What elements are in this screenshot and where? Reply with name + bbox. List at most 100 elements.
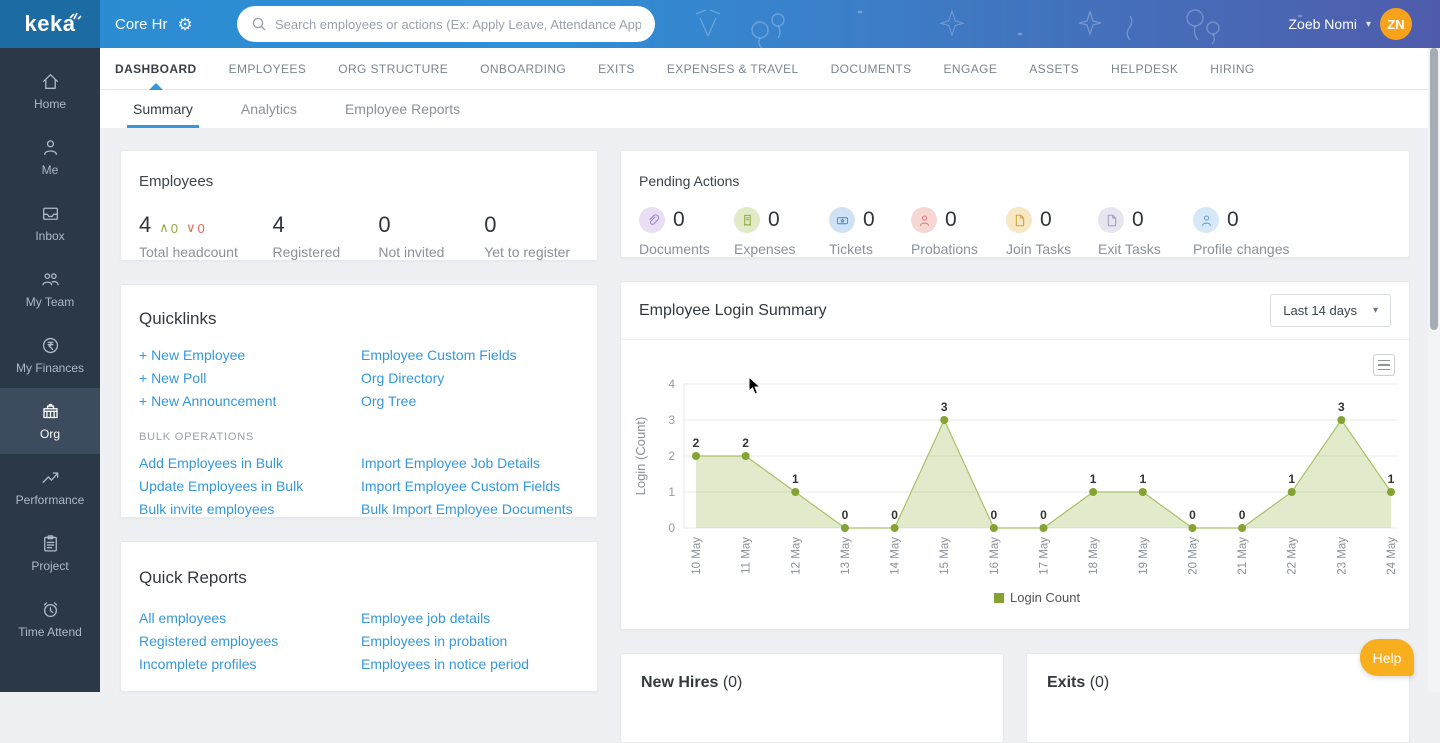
scrollbar-thumb[interactable]: [1430, 48, 1438, 330]
settings-gear-icon[interactable]: ⚙: [178, 16, 193, 33]
pending-tickets[interactable]: 0Tickets: [829, 207, 911, 257]
pending-probations[interactable]: 0Probations: [911, 207, 1006, 257]
quicklink-link-org-tree[interactable]: Org Tree: [361, 393, 579, 409]
sidebar-item-home[interactable]: Home: [0, 58, 100, 124]
svg-text:2: 2: [693, 436, 700, 450]
svg-text:1: 1: [1288, 472, 1295, 486]
pending-documents[interactable]: 0Documents: [639, 207, 734, 257]
quicklink-link-new-employee[interactable]: + New Employee: [139, 347, 361, 363]
sidebar-item-project[interactable]: Project: [0, 520, 100, 586]
pending-actions-card: Pending Actions 0Documents0Expenses0Tick…: [620, 150, 1410, 258]
caret-up-icon: ∧: [159, 220, 169, 236]
date-range-value: Last 14 days: [1283, 303, 1357, 318]
svg-text:20 May: 20 May: [1187, 537, 1199, 575]
report-link-incomplete-profiles[interactable]: Incomplete profiles: [139, 656, 361, 672]
subtab-summary[interactable]: Summary: [133, 90, 193, 128]
nav-tab-dashboard[interactable]: DASHBOARD: [115, 48, 197, 90]
bulk-link-bulk-invite-employees[interactable]: Bulk invite employees: [139, 501, 361, 517]
clock-icon: [40, 599, 61, 620]
sidebar-item-label: Time Attend: [18, 625, 82, 639]
chart-menu-icon[interactable]: [1373, 354, 1395, 376]
report-link-all-employees[interactable]: All employees: [139, 610, 361, 626]
celebration-doodles: [0, 0, 1440, 48]
bulk-link-import-employee-custom-fields[interactable]: Import Employee Custom Fields: [361, 478, 579, 494]
quicklink-link-new-announcement[interactable]: + New Announcement: [139, 393, 361, 409]
search-icon: [251, 16, 267, 32]
svg-text:16 May: 16 May: [989, 537, 1001, 575]
svg-text:2: 2: [668, 449, 675, 463]
svg-text:3: 3: [941, 400, 948, 414]
quicklink-link-new-poll[interactable]: + New Poll: [139, 370, 361, 386]
sidebar-item-performance[interactable]: Performance: [0, 454, 100, 520]
svg-text:0: 0: [668, 521, 675, 535]
help-button[interactable]: Help: [1360, 639, 1414, 676]
nav-tab-helpdesk[interactable]: HELPDESK: [1111, 48, 1178, 90]
pending-profile-changes[interactable]: 0Profile changes: [1193, 207, 1303, 257]
user-name: Zoeb Nomi: [1289, 16, 1357, 32]
nav-tab-hiring[interactable]: HIRING: [1210, 48, 1254, 90]
nav-tab-employees[interactable]: EMPLOYEES: [229, 48, 307, 90]
svg-text:12 May: 12 May: [790, 537, 802, 575]
sidebar-item-my-finances[interactable]: My Finances: [0, 322, 100, 388]
home-icon: [40, 71, 61, 92]
svg-text:21 May: 21 May: [1237, 537, 1249, 575]
pending-join-tasks[interactable]: 0Join Tasks: [1006, 207, 1098, 257]
search-input[interactable]: [275, 17, 641, 32]
svg-text:18 May: 18 May: [1088, 537, 1100, 575]
quicklink-link-org-directory[interactable]: Org Directory: [361, 370, 579, 386]
stat-label: Not invited: [378, 244, 484, 260]
sidebar-item-me[interactable]: Me: [0, 124, 100, 190]
svg-text:22 May: 22 May: [1287, 537, 1299, 575]
keka-logo: keka: [0, 0, 100, 48]
sidebar-item-my-team[interactable]: My Team: [0, 256, 100, 322]
svg-text:0: 0: [891, 508, 898, 522]
team-icon: [40, 269, 61, 290]
svg-text:0: 0: [1040, 508, 1047, 522]
bulk-link-add-employees-in-bulk[interactable]: Add Employees in Bulk: [139, 455, 361, 471]
sidebar-item-org[interactable]: Org: [0, 388, 100, 454]
pending-count: 0: [768, 208, 780, 232]
bulk-link-import-employee-job-details[interactable]: Import Employee Job Details: [361, 455, 579, 471]
svg-text:14 May: 14 May: [890, 537, 902, 575]
quicklinks-title: Quicklinks: [139, 309, 579, 329]
svg-text:15 May: 15 May: [939, 537, 951, 575]
scrollbar-track: [1428, 48, 1440, 692]
nav-tab-documents[interactable]: DOCUMENTS: [831, 48, 912, 90]
svg-text:1: 1: [1090, 472, 1097, 486]
pending-count: 0: [1132, 208, 1144, 232]
report-link-employees-in-notice-period[interactable]: Employees in notice period: [361, 656, 579, 672]
nav-tab-exits[interactable]: EXITS: [598, 48, 635, 90]
report-link-employees-in-probation[interactable]: Employees in probation: [361, 633, 579, 649]
report-link-registered-employees[interactable]: Registered employees: [139, 633, 361, 649]
subtab-employee-reports[interactable]: Employee Reports: [345, 90, 460, 128]
svg-text:0: 0: [991, 508, 998, 522]
sidebar-item-label: Inbox: [35, 229, 64, 243]
org-building-icon: [40, 401, 61, 422]
nav-tab-engage[interactable]: ENGAGE: [944, 48, 998, 90]
nav-tab-assets[interactable]: ASSETS: [1029, 48, 1079, 90]
stat-value: 0: [484, 212, 496, 238]
login-chart: 0123422100300110013110 May11 May12 May13…: [621, 340, 1409, 630]
quicklink-link-employee-custom-fields[interactable]: Employee Custom Fields: [361, 347, 579, 363]
pending-expenses[interactable]: 0Expenses: [734, 207, 829, 257]
nav-tab-expenses-travel[interactable]: EXPENSES & TRAVEL: [667, 48, 799, 90]
module-navbar: DASHBOARD EMPLOYEES ORG STRUCTURE ONBOARDIN…: [100, 48, 1440, 90]
delta-up: ∧0: [159, 220, 178, 236]
sidebar-item-label: My Team: [26, 295, 74, 309]
user-menu[interactable]: Zoeb Nomi ▾ ZN: [1289, 0, 1413, 48]
subtab-analytics[interactable]: Analytics: [241, 90, 297, 128]
nav-tab-onboarding[interactable]: ONBOARDING: [480, 48, 566, 90]
sidebar-item-partial[interactable]: [0, 652, 100, 692]
svg-text:13 May: 13 May: [840, 537, 852, 575]
bulk-link-update-employees-in-bulk[interactable]: Update Employees in Bulk: [139, 478, 361, 494]
sidebar-item-inbox[interactable]: Inbox: [0, 190, 100, 256]
sidebar-item-time-attend[interactable]: Time Attend: [0, 586, 100, 652]
nav-tab-org-structure[interactable]: ORG STRUCTURE: [338, 48, 448, 90]
avatar[interactable]: ZN: [1380, 8, 1412, 40]
bulk-link-bulk-import-employee-documents[interactable]: Bulk Import Employee Documents: [361, 501, 579, 517]
date-range-dropdown[interactable]: Last 14 days ▾: [1270, 294, 1391, 327]
product-title: Core Hr: [115, 16, 168, 33]
report-link-employee-job-details[interactable]: Employee job details: [361, 610, 579, 626]
new-hires-card: New Hires (0): [620, 653, 1004, 743]
pending-exit-tasks[interactable]: 0Exit Tasks: [1098, 207, 1193, 257]
